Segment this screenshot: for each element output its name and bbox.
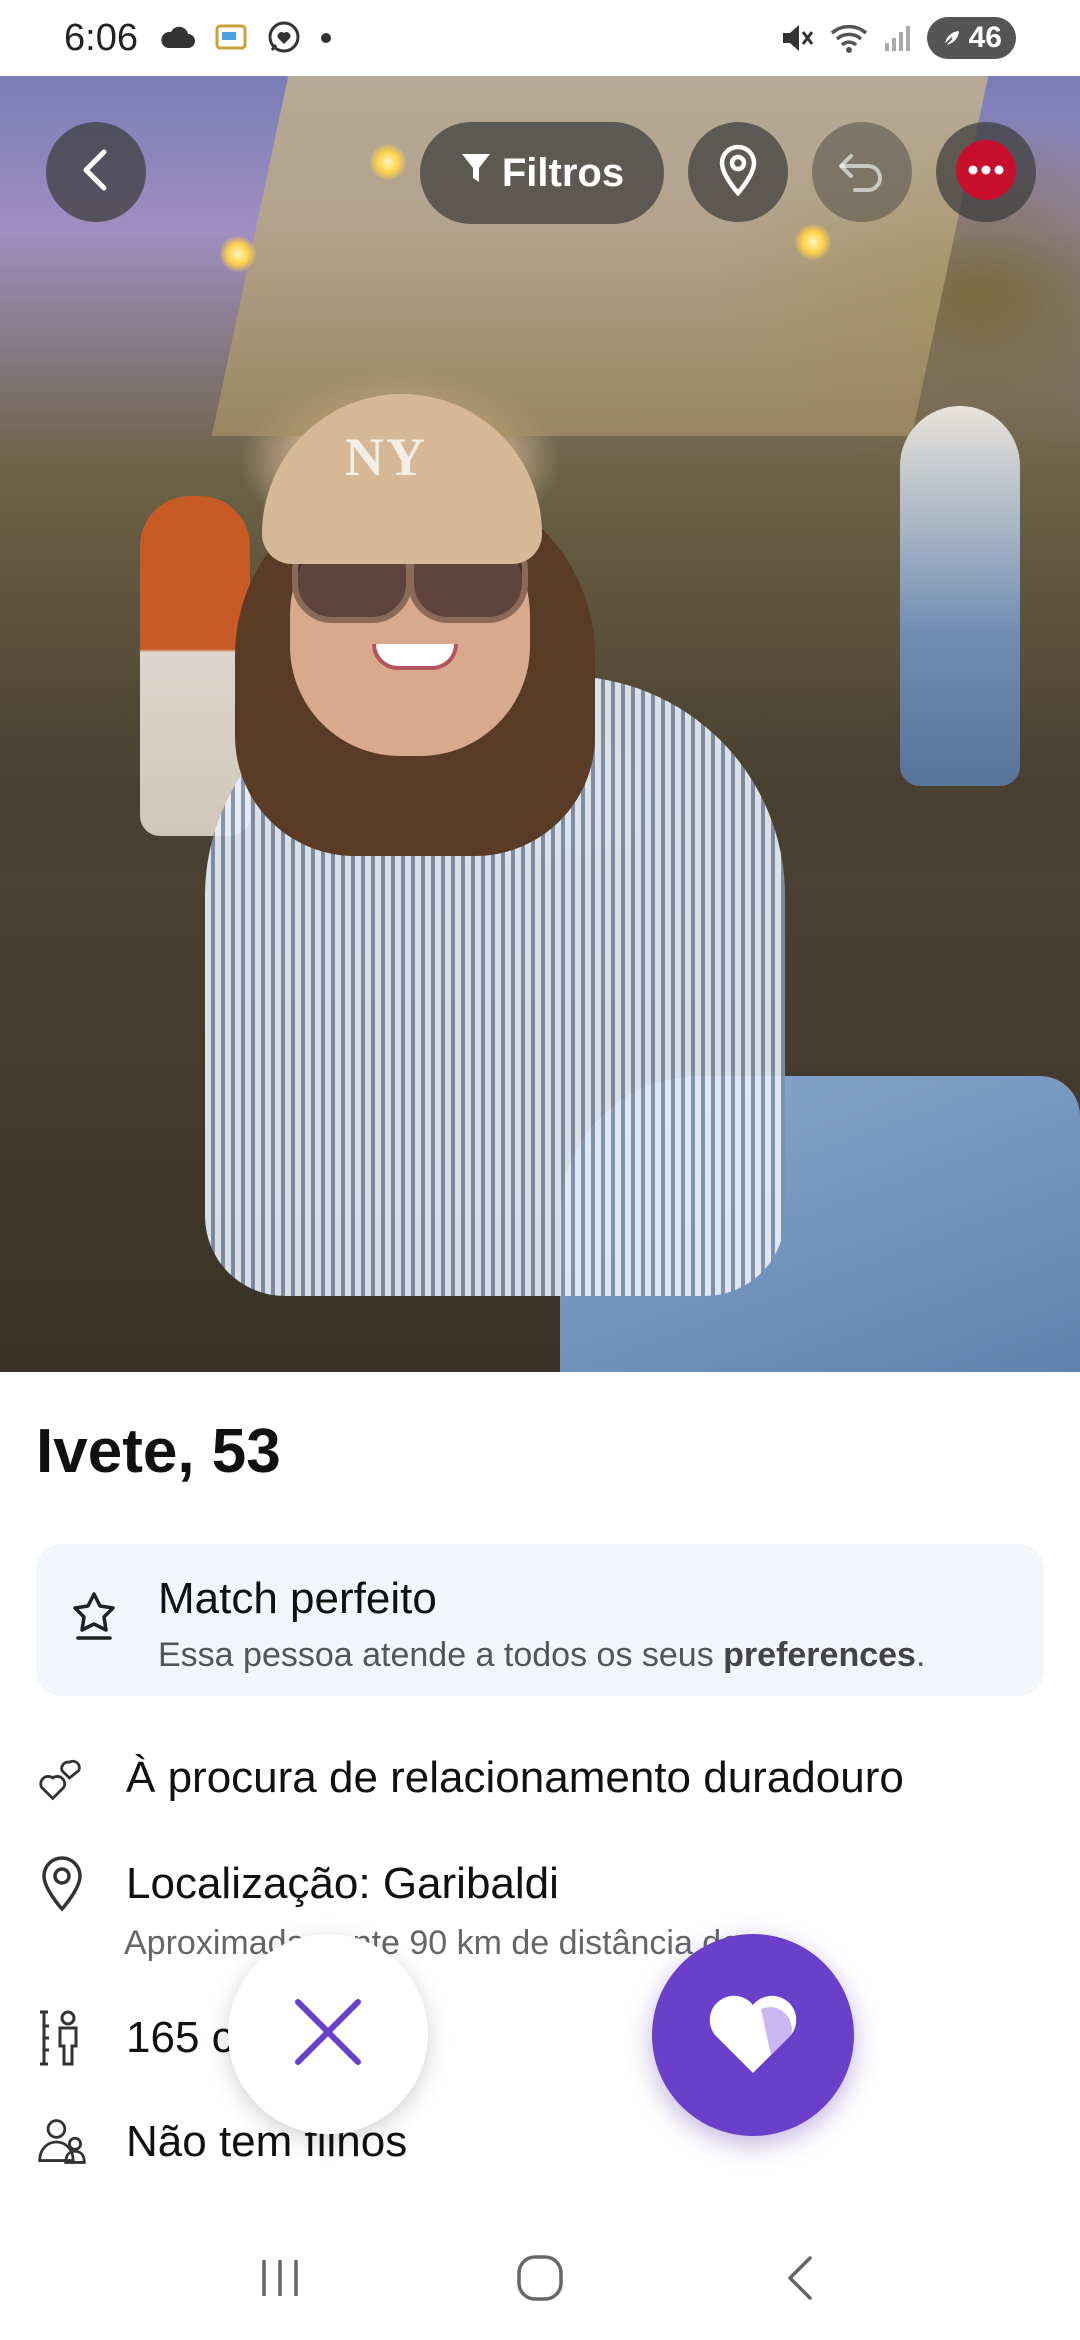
chat-icon (266, 20, 302, 56)
relationship-goal-row: À procura de relacionamento duradouro (36, 1752, 904, 1804)
height-icon (36, 2010, 88, 2066)
like-button[interactable] (652, 1934, 854, 2136)
status-bar: 6:06 46 (0, 0, 1080, 76)
close-icon (288, 1992, 368, 2077)
match-card-subtitle: Essa pessoa atende a todos os seus prefe… (158, 1636, 925, 1675)
wifi-icon (829, 22, 869, 54)
perfect-match-card: Match perfeito Essa pessoa atende a todo… (36, 1544, 1044, 1696)
navigation-bar (0, 2220, 1080, 2340)
cast-icon (214, 23, 248, 53)
filters-label: Filtros (501, 150, 625, 195)
back-nav-button[interactable] (760, 2240, 840, 2320)
photo-cap-text: NY (345, 427, 427, 487)
children-icon (36, 2116, 88, 2168)
location-row: Localização: Garibaldi (36, 1856, 559, 1912)
status-icons-right: 46 (779, 17, 1016, 59)
dot-icon (320, 32, 332, 44)
photo-light (220, 236, 256, 272)
profile-photo[interactable]: NY (0, 76, 1080, 1372)
dislike-button[interactable] (228, 1934, 428, 2134)
match-card-subtitle-suffix: . (915, 1636, 926, 1674)
home-icon (514, 2252, 566, 2309)
photo-light (370, 144, 406, 180)
filters-button[interactable]: Filtros (420, 122, 664, 224)
match-card-text: Match perfeito Essa pessoa atende a todo… (158, 1568, 925, 1675)
match-card-subtitle-prefix: Essa pessoa atende a todos os seus (158, 1636, 724, 1674)
match-card-subtitle-bold: preferences (723, 1636, 916, 1674)
undo-button[interactable] (812, 122, 912, 222)
relationship-goal-text: À procura de relacionamento duradouro (126, 1753, 904, 1802)
cloud-icon (160, 26, 196, 50)
mute-icon (779, 21, 815, 55)
photo-background-person (900, 406, 1020, 786)
recents-icon (256, 2254, 304, 2307)
home-button[interactable] (500, 2240, 580, 2320)
more-options-button[interactable] (936, 122, 1036, 222)
location-text: Localização: Garibaldi (126, 1859, 559, 1908)
photo-smile (372, 644, 458, 670)
signal-icon (883, 23, 913, 53)
back-nav-icon (780, 2252, 820, 2309)
undo-icon (837, 148, 887, 197)
heart-outline-icon (36, 1752, 88, 1804)
location-pin-icon (716, 143, 760, 202)
profile-name-age: Ivete, 53 (36, 1417, 281, 1486)
back-button[interactable] (46, 122, 146, 222)
badge-icon (66, 1588, 122, 1644)
back-icon (76, 146, 116, 199)
match-card-title: Match perfeito (158, 1574, 437, 1623)
more-icon (951, 135, 1021, 210)
heart-icon (705, 1989, 801, 2082)
battery-icon: 46 (926, 17, 1016, 59)
location-pin-icon (36, 1856, 88, 1912)
photo-light (795, 224, 831, 260)
recents-button[interactable] (240, 2240, 320, 2320)
distance-text: Aproximadamente 90 km de distância de (124, 1924, 741, 1962)
location-button[interactable] (688, 122, 788, 222)
status-icons-left (160, 20, 332, 56)
battery-level: 46 (968, 21, 1002, 54)
filter-icon (460, 150, 492, 196)
status-time: 6:06 (64, 16, 138, 59)
